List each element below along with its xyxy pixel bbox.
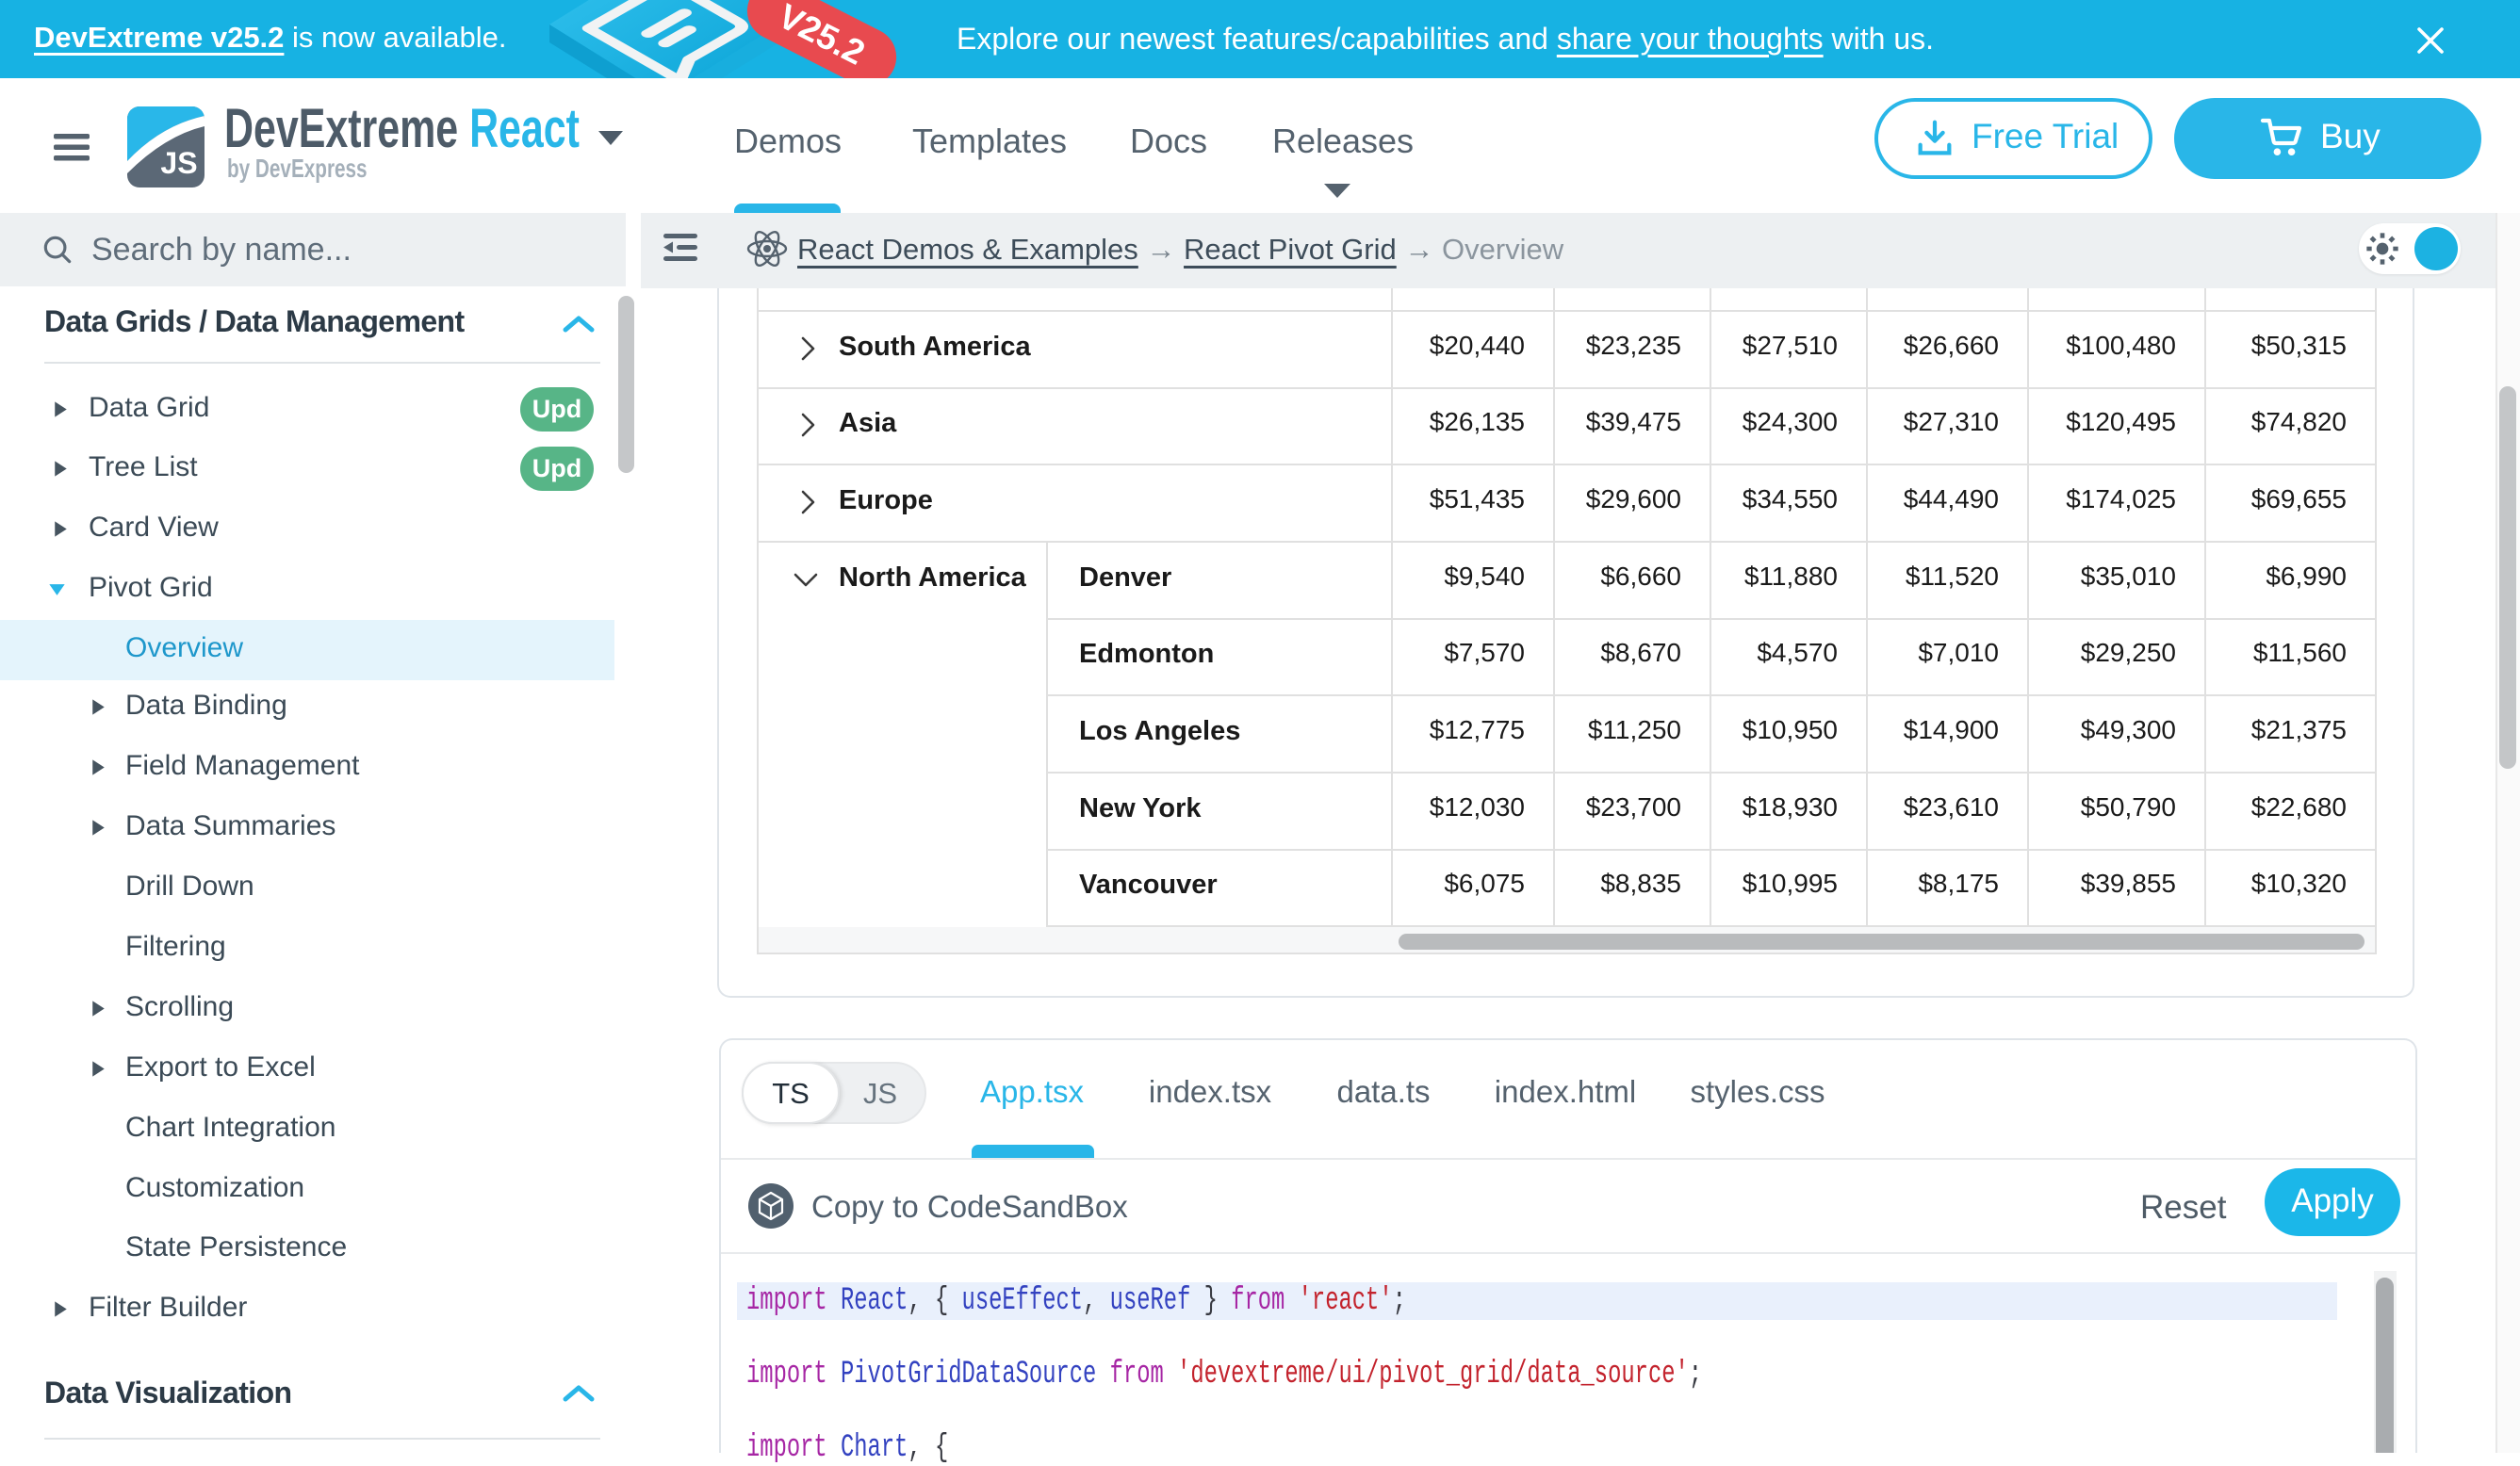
svg-text:JS: JS (160, 146, 197, 180)
